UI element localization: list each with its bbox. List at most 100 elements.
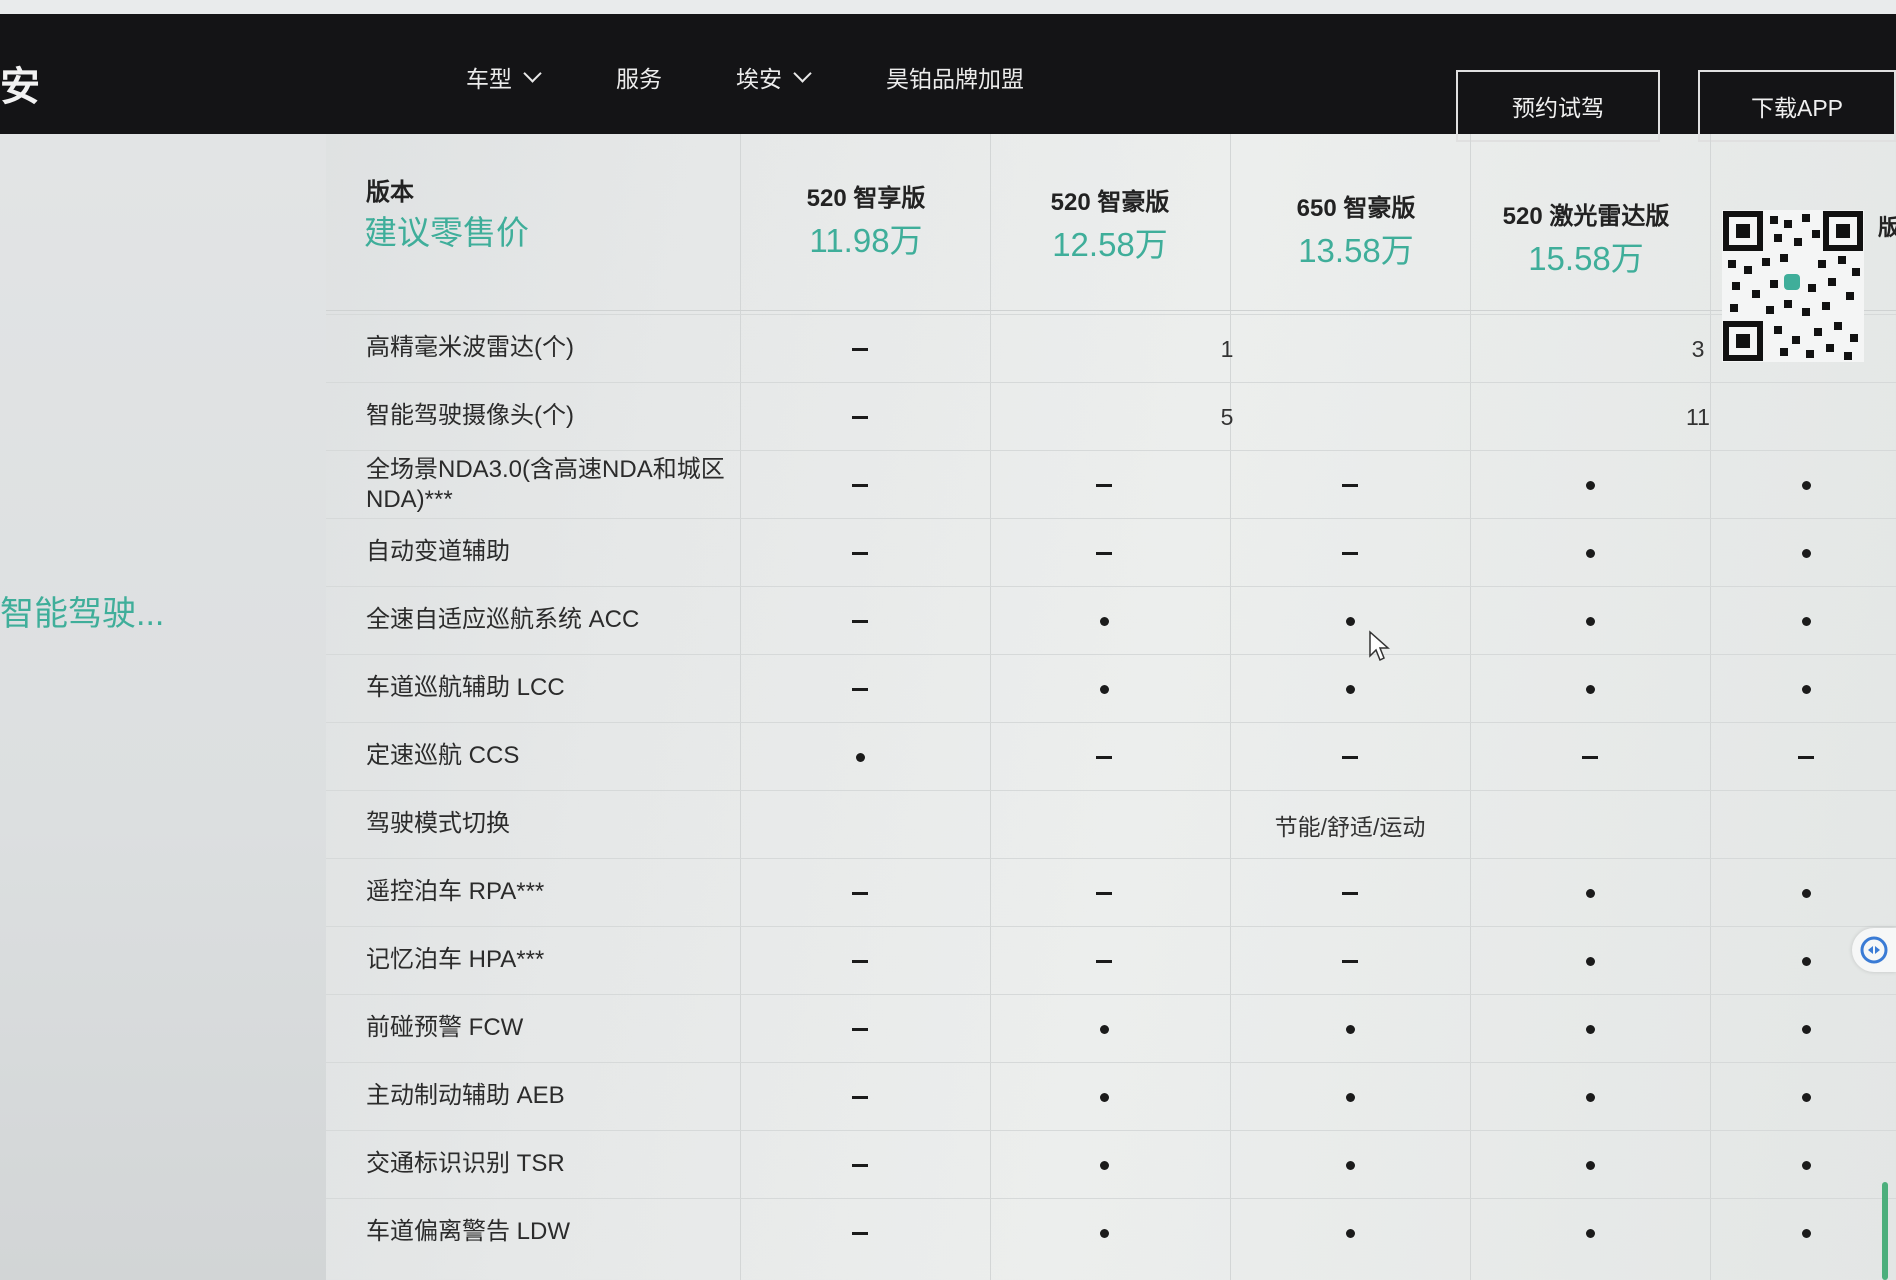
dot-mark — [1801, 684, 1811, 694]
dash-mark — [852, 1163, 868, 1167]
row-label: 全速自适应巡航系统 ACC — [366, 606, 640, 633]
nav-item-label: 埃安 — [736, 66, 782, 92]
table-cell — [1490, 927, 1690, 995]
table-cell — [1004, 519, 1204, 587]
dash-mark — [852, 891, 868, 895]
chevron-down-icon — [523, 63, 542, 83]
nav-item-aion[interactable]: 埃安 — [736, 60, 812, 94]
help-float-icon[interactable] — [1852, 928, 1896, 972]
category-label-smart-driving[interactable]: 智能驾驶... — [0, 586, 164, 635]
table-cell — [1490, 1199, 1690, 1267]
dash-mark — [1798, 755, 1814, 759]
table-cell — [1250, 451, 1450, 519]
table-cell — [1706, 995, 1896, 1063]
test-drive-button[interactable]: 预约试驾 — [1456, 70, 1660, 142]
dot-mark — [1801, 480, 1811, 490]
table-cell — [760, 723, 960, 791]
table-row: 遥控泊车 RPA*** — [326, 858, 1896, 927]
dot-mark — [1099, 1024, 1109, 1034]
nav-item-service[interactable]: 服务 — [616, 60, 662, 94]
version-price: 13.58万 — [1298, 232, 1414, 269]
table-cell — [760, 383, 960, 451]
nav-item-hyper-franchise[interactable]: 昊铂品牌加盟 — [886, 60, 1024, 94]
table-cell — [1250, 859, 1450, 927]
dot-mark — [1345, 1160, 1355, 1170]
dot-mark — [1585, 1228, 1595, 1238]
table-row: 全速自适应巡航系统 ACC — [326, 586, 1896, 655]
dash-mark — [1096, 959, 1112, 963]
table-cell — [760, 315, 960, 383]
table-cell — [1250, 519, 1450, 587]
table-cell — [1490, 1131, 1690, 1199]
table-cell — [760, 995, 960, 1063]
version-header: 版本 — [366, 179, 414, 206]
brand-logo[interactable]: 安 — [0, 54, 41, 112]
table-cell — [1250, 927, 1450, 995]
table-cell — [1004, 451, 1204, 519]
row-label: 车道偏离警告 LDW — [366, 1218, 570, 1245]
table-cell — [1250, 587, 1450, 655]
dot-mark — [1345, 1092, 1355, 1102]
table-row: 前碰预警 FCW — [326, 994, 1896, 1063]
dot-mark — [1585, 480, 1595, 490]
table-cell — [1004, 1063, 1204, 1131]
version-price: 15.58万 — [1528, 240, 1644, 277]
row-label: 记忆泊车 HPA*** — [366, 946, 545, 973]
row-label: 车道巡航辅助 LCC — [366, 674, 565, 701]
version-price: 11.98万 — [809, 222, 923, 259]
table-row: 高精毫米波雷达(个) 1 3 — [326, 314, 1896, 383]
row-label: 遥控泊车 RPA*** — [366, 878, 545, 905]
download-app-button[interactable]: 下载APP — [1698, 70, 1896, 142]
dash-mark — [852, 347, 868, 351]
table-cell — [1706, 587, 1896, 655]
table-row: 定速巡航 CCS — [326, 722, 1896, 791]
table-cell — [1706, 519, 1896, 587]
table-row: 自动变道辅助 — [326, 518, 1896, 587]
dash-mark — [852, 1027, 868, 1031]
table-cell — [1490, 587, 1690, 655]
dash-mark — [1096, 483, 1112, 487]
table-row: 智能驾驶摄像头(个) 5 11 — [326, 382, 1896, 451]
table-cell — [1490, 451, 1690, 519]
table-cell — [1250, 723, 1450, 791]
nav-item-label: 车型 — [466, 66, 512, 92]
dot-mark — [1345, 616, 1355, 626]
table-row: 全场景NDA3.0(含高速NDA和城区NDA)*** — [326, 450, 1896, 519]
dash-mark — [852, 959, 868, 963]
table-cell — [760, 587, 960, 655]
table-cell — [1706, 655, 1896, 723]
dash-mark — [1582, 755, 1598, 759]
table-cell — [1250, 1199, 1450, 1267]
dash-mark — [1342, 551, 1358, 555]
dot-mark — [1801, 1092, 1811, 1102]
table-cell — [1490, 859, 1690, 927]
row-label: 高精毫米波雷达(个) — [366, 334, 574, 361]
scrollbar-thumb[interactable] — [1882, 1182, 1888, 1280]
dash-mark — [1096, 891, 1112, 895]
dot-mark — [1585, 1024, 1595, 1034]
table-cell — [1004, 655, 1204, 723]
table-cell — [760, 519, 960, 587]
table-cell — [1250, 1063, 1450, 1131]
row-label: 交通标识识别 TSR — [366, 1150, 565, 1177]
version-name: 520 激光雷达版 — [1502, 203, 1670, 230]
table-cell — [1490, 519, 1690, 587]
table-cell — [1706, 1131, 1896, 1199]
dot-mark — [1585, 888, 1595, 898]
dash-mark — [1342, 959, 1358, 963]
dash-mark — [1096, 755, 1112, 759]
table-cell: 1 — [1220, 335, 1234, 362]
version-name: 520 智豪版 — [1050, 189, 1170, 216]
dot-mark — [1099, 1228, 1109, 1238]
dash-mark — [852, 483, 868, 487]
table-row: 车道巡航辅助 LCC — [326, 654, 1896, 723]
dash-mark — [852, 1231, 868, 1235]
row-label: 前碰预警 FCW — [366, 1014, 524, 1041]
dash-mark — [852, 551, 868, 555]
nav-item-models[interactable]: 车型 — [466, 60, 542, 94]
browser-top-strip — [0, 0, 1896, 14]
table-cell — [1250, 655, 1450, 723]
price-header: 建议零售价 — [364, 214, 529, 251]
dot-mark — [1585, 956, 1595, 966]
table-cell — [760, 1063, 960, 1131]
